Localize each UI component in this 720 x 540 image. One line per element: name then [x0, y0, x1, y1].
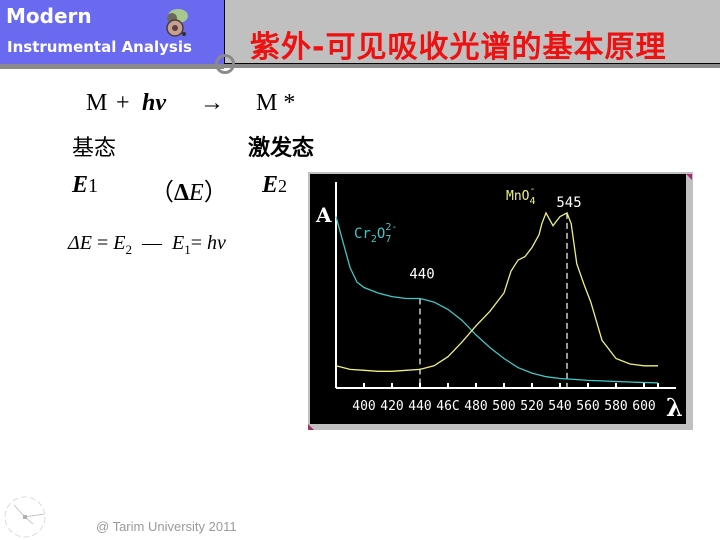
delta-E-symbol: E [189, 180, 204, 206]
energy-eq-equals-2: = [190, 232, 202, 254]
header-left-band [0, 64, 224, 69]
excited-state-label: 激发态 [248, 136, 315, 161]
cr2o7-label: Cr2O72- [354, 222, 397, 245]
reaction-plus: + [116, 90, 130, 116]
E1-symbol: E [72, 172, 89, 198]
reaction-hv: hν [142, 90, 166, 116]
x-tick-label: 46C [436, 399, 459, 414]
corner-mark-top-right [686, 174, 692, 180]
x-tick-labels: 400 420 440 46C 480 500 520 540 560 580 600 [352, 399, 655, 414]
x-tick-label: 420 [380, 399, 403, 414]
energy-eq-E1: E [171, 232, 185, 254]
y-axis-label: A [315, 203, 332, 227]
x-tick-label: 520 [520, 399, 543, 414]
corner-mark-bottom-left [308, 424, 314, 430]
E1-label: E1 [72, 172, 98, 199]
x-tick-label: 600 [632, 399, 655, 414]
course-title-line1: Modern [6, 4, 92, 28]
paren-open: （ [150, 180, 174, 206]
energy-eq-E2-sub: 2 [125, 242, 132, 257]
x-tick-label: 480 [464, 399, 487, 414]
x-tick-label: 440 [408, 399, 431, 414]
x-tick-label: 400 [352, 399, 375, 414]
x-tick-label: 540 [548, 399, 571, 414]
ground-state-label: 基态 [72, 136, 117, 161]
annotation-lines [419, 212, 568, 388]
energy-eq-E2: E [113, 232, 126, 254]
annotation-545-label: 545 [556, 195, 581, 211]
reaction-M-star: M * [256, 90, 296, 116]
paren-close: ） [203, 180, 228, 206]
x-tick-label: 580 [604, 399, 627, 414]
energy-eq-delta: ΔE [68, 232, 92, 254]
E2-subscript: 2 [278, 176, 288, 196]
footer-copyright: @ Tarim University 2011 [96, 519, 237, 534]
x-tick-label: 560 [576, 399, 599, 414]
annotation-440-label: 440 [409, 266, 434, 282]
delta-symbol: Δ [174, 180, 190, 206]
energy-eq-equals-1: = [96, 232, 109, 254]
atom-molecule-logo-icon [166, 9, 188, 37]
x-tick-label: 500 [492, 399, 515, 414]
absorption-spectrum-chart: 400 420 440 46C 480 500 520 540 560 580 600 A λ Cr… [315, 182, 683, 422]
E2-symbol: E [262, 172, 279, 198]
x-axis-label: λ [666, 393, 683, 422]
energy-equation: ΔE = E2 — E1= hν [68, 232, 226, 258]
clock-icon [4, 496, 46, 538]
energy-eq-hv: hν [206, 232, 226, 254]
ring-ornament-icon [215, 54, 235, 74]
E1-subscript: 1 [88, 175, 99, 197]
energy-eq-minus: — [141, 232, 162, 254]
delta-E-label: （ΔE） [150, 172, 228, 207]
mno4-label: MnO4- [506, 184, 536, 207]
reaction-arrow: → [200, 90, 224, 116]
slide-title: 紫外-可见吸收光谱的基本原理 [250, 30, 667, 65]
reaction-M: M [86, 90, 108, 116]
course-title-line2: Instrumental Analysis [7, 38, 192, 56]
E2-label: E2 [262, 172, 287, 199]
